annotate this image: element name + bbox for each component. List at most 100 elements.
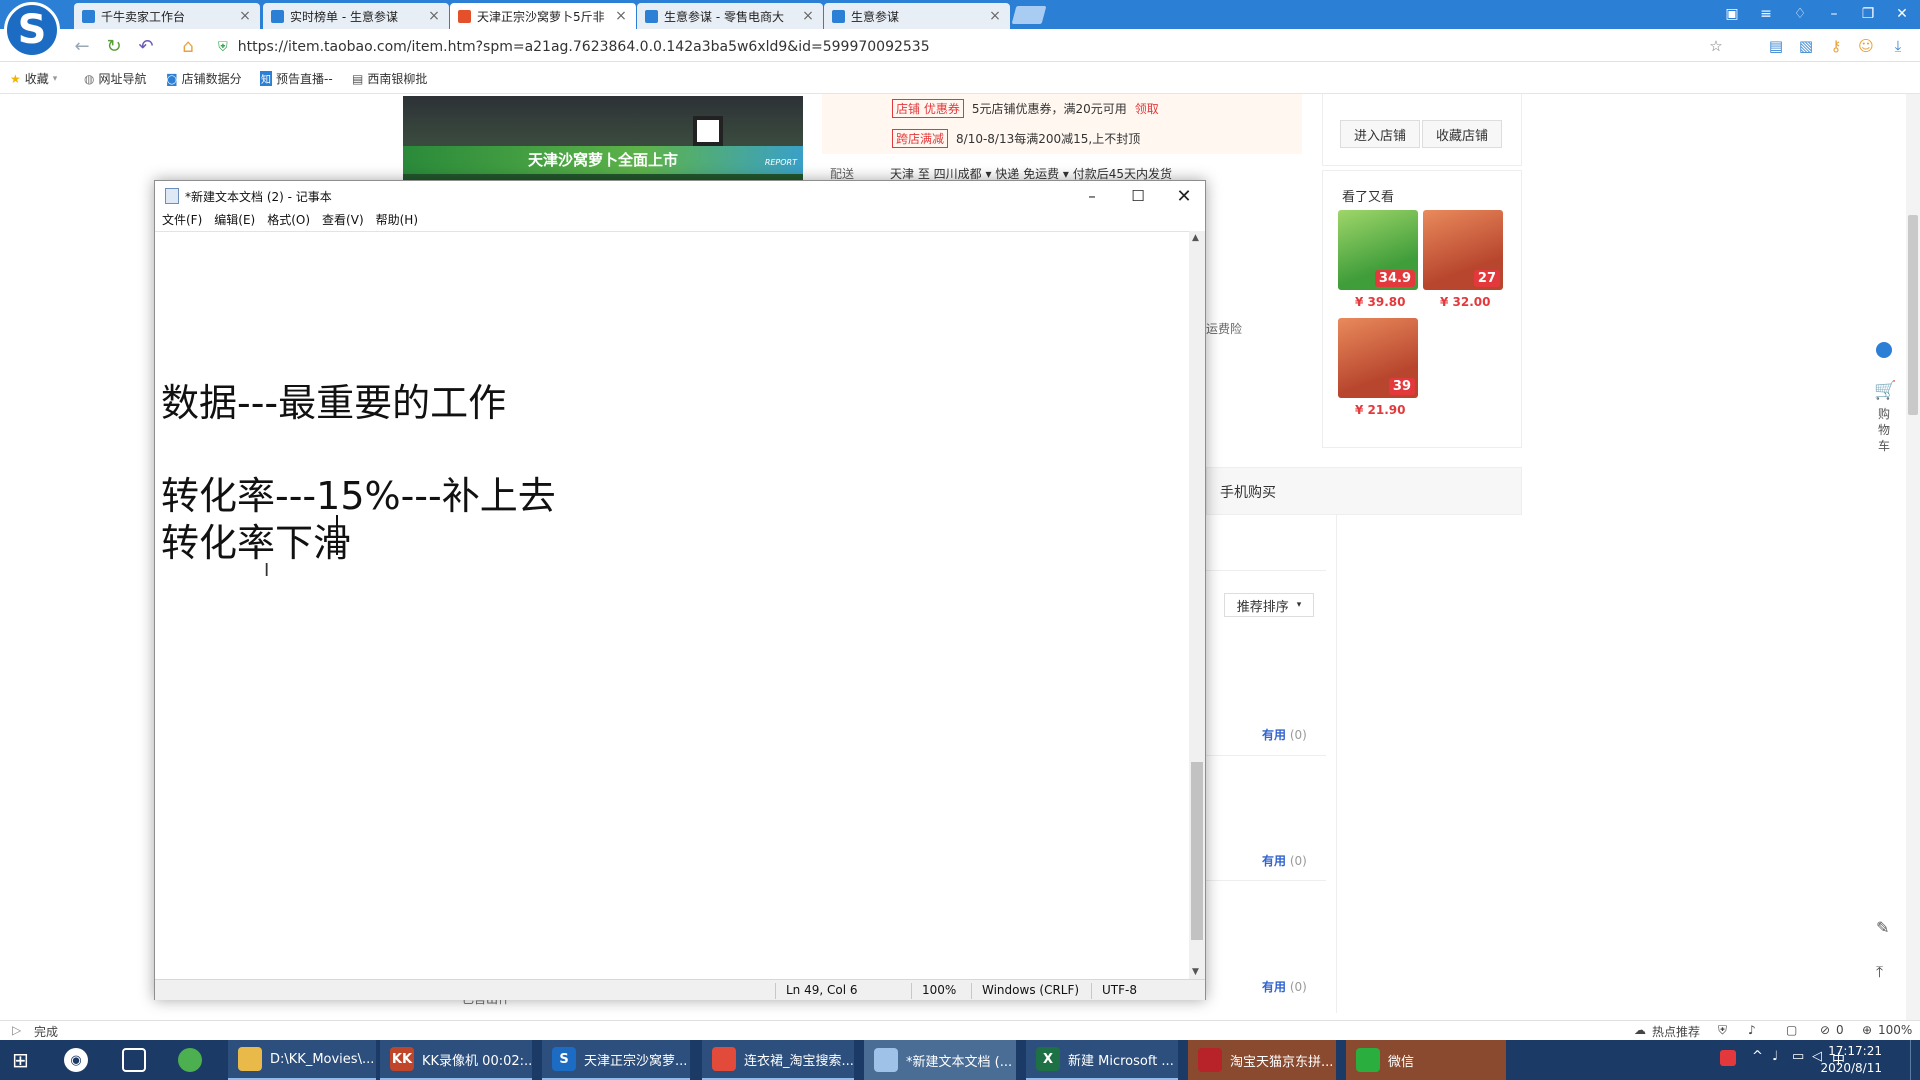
sidebar-toggle-icon[interactable]: ▣ — [1718, 4, 1746, 24]
notepad-vertical-scrollbar[interactable]: ▲ ▼ — [1189, 231, 1205, 979]
helpful-button-1[interactable]: 有用 (0) — [1262, 726, 1307, 743]
menu-file[interactable]: 文件(F) — [162, 211, 202, 231]
favorite-shop-button[interactable]: 收藏店铺 — [1422, 120, 1502, 148]
fav-item-collect[interactable]: ★ 收藏 ▾ — [10, 70, 57, 87]
taskbar-item-shopping[interactable]: 淘宝天猫京东拼... — [1188, 1040, 1336, 1080]
helpful-button-2[interactable]: 有用 (0) — [1262, 852, 1307, 869]
refresh-icon[interactable]: ↻ — [102, 34, 126, 58]
start-button[interactable]: ⊞ — [0, 1040, 46, 1080]
back-icon[interactable]: ← — [70, 34, 94, 58]
product-video[interactable]: 天津沙窝萝卜全面上市 REPORT — [403, 96, 803, 180]
page-scrollbar-thumb[interactable] — [1908, 215, 1918, 415]
notepad-title-bar[interactable]: *新建文本文档 (2) - 记事本 — [155, 181, 1205, 211]
ime-icon[interactable] — [1720, 1050, 1736, 1066]
taskbar-item-kk-recorder[interactable]: KK KK录像机 00:02:... — [380, 1040, 532, 1080]
close-icon[interactable]: ✕ — [1888, 4, 1916, 24]
helpful-button-3[interactable]: 有用 (0) — [1262, 978, 1307, 995]
tab-realtime-ranking[interactable]: 实时榜单 - 生意参谋 × — [263, 3, 449, 29]
notepad-scroll-thumb[interactable] — [1191, 762, 1203, 940]
notepad-text-area[interactable]: 数据---最重要的工作 转化率---15%---补上去 转化率下滑 I — [155, 231, 1189, 979]
hot-recommend-label[interactable]: 热点推荐 — [1652, 1023, 1700, 1040]
smiley-icon[interactable]: ☺ — [1856, 36, 1876, 56]
tab-close-icon[interactable]: × — [801, 8, 815, 24]
menu-format[interactable]: 格式(O) — [267, 211, 310, 231]
taskbar-item-folder[interactable]: D:\KK_Movies\... — [228, 1040, 376, 1080]
shield-icon[interactable]: ⛨ — [1718, 1023, 1727, 1038]
fav-item-nav[interactable]: ◍ 网址导航 — [84, 70, 147, 87]
microphone-icon[interactable]: ♩ — [1772, 1049, 1778, 1064]
system-clock[interactable]: 17:17:21 2020/8/11 — [1820, 1043, 1882, 1077]
skin-icon[interactable]: ♢ — [1786, 4, 1814, 24]
lock-icon[interactable]: ▢ — [1786, 1023, 1797, 1037]
edit-icon[interactable]: ✎ — [1876, 918, 1889, 937]
product-thumb-3[interactable]: 39 — [1338, 318, 1418, 398]
scroll-down-icon[interactable]: ▼ — [1192, 967, 1199, 977]
home-icon[interactable]: ⌂ — [176, 34, 200, 58]
new-tab-button[interactable] — [1011, 6, 1047, 24]
tab-retail-analytics[interactable]: 生意参谋 - 零售电商大 × — [637, 3, 823, 29]
hot-recommend-icon[interactable]: ☁ — [1634, 1023, 1646, 1037]
task-view-button[interactable] — [112, 1040, 152, 1080]
taskbar-item-excel[interactable]: X 新建 Microsoft ... — [1026, 1040, 1178, 1080]
fav-item-live[interactable]: 知 预告直播-- — [260, 70, 333, 87]
product-thumb-2[interactable]: 27 — [1423, 210, 1503, 290]
fav-item-southwest[interactable]: ▤ 西南银柳批 — [352, 70, 427, 87]
taskbar-item-chrome[interactable]: 连衣裙_淘宝搜索... — [702, 1040, 854, 1080]
zoom-icon[interactable]: ⊕ — [1862, 1023, 1872, 1037]
mobile-buy-button[interactable]: 手机购买 — [1220, 482, 1276, 502]
fav-item-shop-data[interactable]: ◙ 店铺数据分 — [166, 70, 242, 87]
product-price-1: ¥ 39.80 — [1355, 295, 1406, 309]
tab-business-advisor[interactable]: 生意参谋 × — [824, 3, 1010, 29]
restore-icon[interactable]: ❐ — [1854, 4, 1882, 24]
volume-icon[interactable]: ♪ — [1748, 1023, 1756, 1037]
taskbar-item-wechat[interactable]: 微信 — [1346, 1040, 1506, 1080]
download-icon[interactable]: ⤓ — [1888, 36, 1908, 56]
tab-close-icon[interactable]: × — [238, 8, 252, 24]
notepad-window[interactable]: *新建文本文档 (2) - 记事本 – ☐ ✕ 文件(F) 编辑(E) 格式(O… — [154, 180, 1206, 1000]
enter-shop-button[interactable]: 进入店铺 — [1340, 120, 1420, 148]
tab-close-icon[interactable]: × — [614, 8, 628, 24]
bookmark-star-icon[interactable]: ☆ — [1706, 36, 1726, 56]
sort-dropdown[interactable]: 推荐排序 ▾ — [1224, 593, 1314, 617]
browser-logo-icon[interactable]: S — [4, 2, 60, 58]
tab-qianniu[interactable]: 千牛卖家工作台 × — [74, 3, 260, 29]
taskbar-item-browser[interactable]: S 天津正宗沙窝萝... — [542, 1040, 690, 1080]
screenshot-icon[interactable]: ▧ — [1796, 36, 1816, 56]
banner-title: 天津沙窝萝卜全面上市 — [527, 151, 678, 169]
menu-view[interactable]: 查看(V) — [322, 211, 364, 231]
cart-icon[interactable]: 🛒 — [1874, 380, 1896, 401]
scroll-up-icon[interactable]: ▲ — [1192, 233, 1199, 243]
tab-product-page[interactable]: 天津正宗沙窝萝卜5斤非 × — [450, 3, 636, 29]
network-icon[interactable]: ▭ — [1792, 1049, 1804, 1064]
play-icon[interactable]: ▷ — [12, 1023, 21, 1037]
tab-favicon-icon — [832, 9, 845, 23]
undo-icon[interactable]: ↶ — [134, 34, 158, 58]
menu-help[interactable]: 帮助(H) — [376, 211, 418, 231]
chrome-icon — [712, 1047, 736, 1071]
menu-icon[interactable]: ≡ — [1752, 4, 1780, 24]
tab-close-icon[interactable]: × — [988, 8, 1002, 24]
show-desktop-button[interactable] — [1910, 1040, 1916, 1080]
address-bar[interactable]: ⛨ https://item.taobao.com/item.htm?spm=a… — [218, 36, 1688, 58]
menu-edit[interactable]: 编辑(E) — [214, 211, 255, 231]
notification-badge-icon[interactable] — [1876, 342, 1892, 358]
tab-close-icon[interactable]: × — [427, 8, 441, 24]
notepad-close-button[interactable]: ✕ — [1161, 181, 1207, 211]
back-to-top-icon[interactable]: ⤒ — [1876, 962, 1883, 982]
translate-icon[interactable]: ▤ — [1766, 36, 1786, 56]
download-count-icon[interactable]: ⊘ — [1820, 1023, 1830, 1037]
minimize-icon[interactable]: – — [1820, 4, 1848, 24]
sogou-browser-icon: S — [552, 1047, 576, 1071]
notepad-minimize-button[interactable]: – — [1069, 181, 1115, 211]
taskbar-app-360[interactable] — [168, 1040, 208, 1080]
taskbar-item-notepad[interactable]: *新建文本文档 (... — [864, 1040, 1016, 1080]
notepad-maximize-button[interactable]: ☐ — [1115, 181, 1161, 211]
key-icon[interactable]: ⚷ — [1826, 36, 1846, 56]
product-thumb-1[interactable]: 34.9 — [1338, 210, 1418, 290]
tray-chevron-up-icon[interactable]: ^ — [1752, 1049, 1763, 1064]
browser-zoom[interactable]: 100% — [1878, 1023, 1912, 1037]
coupon-claim-link[interactable]: 领取 — [1135, 100, 1159, 117]
cortana-button[interactable]: ◉ — [54, 1040, 94, 1080]
cart-label[interactable]: 购物车 — [1878, 406, 1892, 454]
taskbar-label: 淘宝天猫京东拼... — [1230, 1054, 1334, 1070]
